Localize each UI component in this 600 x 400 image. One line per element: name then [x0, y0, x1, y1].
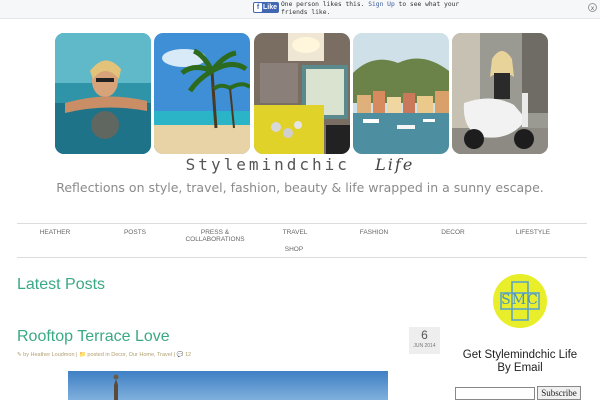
- folder-icon: 📁: [79, 352, 86, 358]
- nav-item-travel[interactable]: TRAVEL: [265, 229, 325, 236]
- email-widget-title-line1: Get Stylemindchic Life: [462, 349, 578, 361]
- comment-icon: 💬: [176, 352, 184, 358]
- post-title-link[interactable]: Rooftop Terrace Love: [17, 328, 170, 346]
- smc-logo-text: SMC: [501, 292, 539, 308]
- woman-in-pool-photo: [55, 33, 151, 154]
- facebook-signup-link[interactable]: Sign Up: [368, 1, 395, 8]
- nav-top-divider: [17, 223, 587, 224]
- post-comment-count[interactable]: 12: [185, 352, 191, 358]
- site-tagline: Reflections on style, travel, fashion, b…: [56, 180, 544, 195]
- nav-item-lifestyle[interactable]: LIFESTYLE: [503, 229, 563, 236]
- nav-item-fashion[interactable]: FASHION: [344, 229, 404, 236]
- nav-item-decor[interactable]: DECOR: [423, 229, 483, 236]
- harbor-village-photo: [353, 33, 449, 154]
- nav-label-press: PRESS &: [200, 229, 230, 236]
- like-label: Like: [263, 4, 278, 11]
- site-title-script: Life: [375, 155, 415, 174]
- close-icon[interactable]: x: [588, 3, 597, 12]
- post-meta: ✎ by Heather Loudmon | 📁 posted in Decor…: [17, 352, 191, 358]
- nav-item-press[interactable]: PRESS & COLLABORATIONS: [175, 229, 255, 243]
- nav-item-posts[interactable]: POSTS: [105, 229, 165, 236]
- post-author-link[interactable]: by Heather Loudmon |: [23, 352, 77, 358]
- facebook-like-button[interactable]: f Like: [253, 2, 279, 13]
- latest-posts-heading: Latest Posts: [17, 276, 106, 293]
- palm-beach-photo: [154, 33, 250, 154]
- like-count-text: One person likes this.: [281, 1, 369, 8]
- email-widget-title-line2: By Email: [497, 362, 543, 374]
- facebook-like-message: One person likes this. Sign Up to see wh…: [281, 1, 481, 17]
- post-categories-links[interactable]: posted in Decor, Our Home, Travel |: [87, 352, 175, 358]
- subscribe-button[interactable]: Subscribe: [537, 386, 581, 400]
- nav-bottom-divider: [17, 257, 587, 258]
- facebook-icon: f: [254, 3, 262, 12]
- facebook-like-bar: f Like One person likes this. Sign Up to …: [0, 0, 600, 19]
- smc-logo[interactable]: SMC: [492, 273, 548, 329]
- email-field[interactable]: [455, 387, 535, 400]
- post-date-badge: 6 JUN 2014: [409, 327, 440, 354]
- accessories-flatlay-photo: [254, 33, 350, 154]
- site-title-main: Stylemindchic: [185, 155, 350, 174]
- woman-on-scooter-photo: [452, 33, 548, 154]
- site-title[interactable]: Stylemindchic Life: [0, 155, 600, 174]
- author-icon: ✎: [17, 352, 22, 358]
- nav-label-collaborations: COLLABORATIONS: [185, 236, 245, 243]
- post-featured-image[interactable]: [68, 371, 388, 400]
- email-widget-title: Get Stylemindchic Life By Email: [450, 349, 590, 375]
- post-date-month: JUN 2014: [413, 343, 436, 349]
- nav-item-shop[interactable]: SHOP: [264, 246, 324, 253]
- nav-item-heather[interactable]: HEATHER: [25, 229, 85, 236]
- post-date-day: 6: [421, 328, 428, 342]
